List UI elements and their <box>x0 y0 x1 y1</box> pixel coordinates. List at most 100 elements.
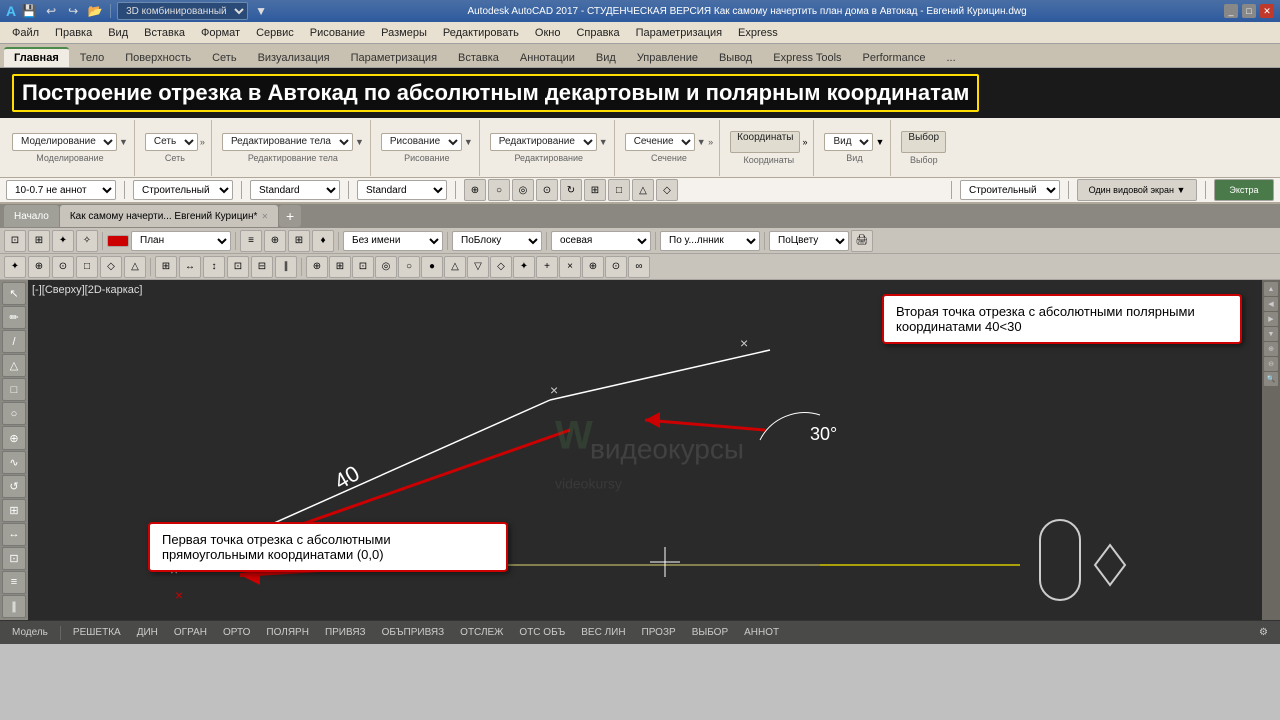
edit-dropdown[interactable]: Редактирование <box>490 133 597 151</box>
snap-btn2[interactable]: ⊕ <box>28 256 50 278</box>
icon-btn1[interactable]: ⊕ <box>464 179 486 201</box>
draw-tool4[interactable]: □ <box>2 378 26 401</box>
draw-dropdown[interactable]: Рисование <box>381 133 462 151</box>
standard-dropdown1[interactable]: Standard <box>250 180 340 200</box>
view-dropdown[interactable]: Вид <box>824 133 873 151</box>
tool6[interactable]: ● <box>421 256 443 278</box>
layer-icon5[interactable]: 🖨 <box>851 230 873 252</box>
linetype-dropdown[interactable]: Без имени <box>343 231 443 251</box>
tool5[interactable]: ○ <box>398 256 420 278</box>
tool11[interactable]: + <box>536 256 558 278</box>
snap-btn1[interactable]: ✦ <box>4 256 26 278</box>
snap-btn11[interactable]: ⊟ <box>251 256 273 278</box>
draw-tool9[interactable]: ⊞ <box>2 499 26 522</box>
quick-save[interactable]: 💾 <box>20 2 38 20</box>
tab-surface[interactable]: Поверхность <box>115 49 201 67</box>
tab-express-tools[interactable]: Express Tools <box>763 49 851 67</box>
tab-drawing[interactable]: Как самому начерти... Евгений Курицин* ✕ <box>60 205 278 227</box>
status-snap[interactable]: ОГРАН <box>170 627 211 638</box>
tool7[interactable]: △ <box>444 256 466 278</box>
layer-btn4[interactable]: ✧ <box>76 230 98 252</box>
tab-performance[interactable]: Performance <box>853 49 936 67</box>
icon-btn3[interactable]: ◎ <box>512 179 534 201</box>
tab-start[interactable]: Начало <box>4 205 59 227</box>
status-track[interactable]: ОТСЛЕЖ <box>456 627 507 638</box>
snap-btn7[interactable]: ⊞ <box>155 256 177 278</box>
layer-icon4[interactable]: ♦ <box>312 230 334 252</box>
status-ortho[interactable]: ОРТО <box>219 627 254 638</box>
tab-parametrize[interactable]: Параметризация <box>341 49 447 67</box>
draw-tool13[interactable]: ∥ <box>2 595 26 618</box>
layer-dropdown[interactable]: План <box>131 231 231 251</box>
tool14[interactable]: ⊙ <box>605 256 627 278</box>
tab-output[interactable]: Вывод <box>709 49 762 67</box>
draw-tool3[interactable]: △ <box>2 354 26 377</box>
color2-dropdown[interactable]: ПоЦвету <box>769 231 849 251</box>
extra-btn[interactable]: Экстра <box>1214 179 1274 201</box>
layer-icon2[interactable]: ⊕ <box>264 230 286 252</box>
status-model[interactable]: Модель <box>8 627 52 638</box>
draw-tool6[interactable]: ⊕ <box>2 426 26 449</box>
icon-btn7[interactable]: □ <box>608 179 630 201</box>
status-transp[interactable]: ПРОЗР <box>638 627 680 638</box>
view-combo[interactable]: 3D комбинированный <box>117 2 248 20</box>
tab-render[interactable]: Визуализация <box>248 49 340 67</box>
menu-window[interactable]: Окно <box>527 25 569 41</box>
quick-redo[interactable]: ↪ <box>64 2 82 20</box>
coords-expand[interactable]: » <box>802 137 807 147</box>
status-select[interactable]: ВЫБОР <box>688 627 732 638</box>
edit-solid-expand[interactable]: ▼ <box>355 137 364 147</box>
tab-view[interactable]: Вид <box>586 49 626 67</box>
icon-btn9[interactable]: ◇ <box>656 179 678 201</box>
draw-tool11[interactable]: ⊡ <box>2 547 26 570</box>
draw-tool5[interactable]: ○ <box>2 402 26 425</box>
menu-service[interactable]: Сервис <box>248 25 302 41</box>
snap-btn9[interactable]: ↕ <box>203 256 225 278</box>
status-dyn[interactable]: ДИН <box>133 627 162 638</box>
tool4[interactable]: ◎ <box>375 256 397 278</box>
menu-insert[interactable]: Вставка <box>136 25 193 41</box>
snap-btn10[interactable]: ⊡ <box>227 256 249 278</box>
canvas-area[interactable]: [-][Сверху][2D-каркас] W видеокурсы vide… <box>28 280 1262 620</box>
status-osnap[interactable]: ПРИВЯЗ <box>321 627 370 638</box>
section-dropdown[interactable]: Сечение <box>625 133 695 151</box>
mesh-expand[interactable]: » <box>200 137 205 147</box>
tool9[interactable]: ◇ <box>490 256 512 278</box>
annotation-scale-dropdown[interactable]: 10-0.7 не аннот <box>6 180 116 200</box>
icon-btn5[interactable]: ↻ <box>560 179 582 201</box>
rs-btn5[interactable]: ⊕ <box>1264 342 1278 356</box>
icon-btn6[interactable]: ⊞ <box>584 179 606 201</box>
edit-solid-dropdown[interactable]: Редактирование тела <box>222 133 353 151</box>
layer-icon1[interactable]: ≡ <box>240 230 262 252</box>
draw-tool12[interactable]: ≡ <box>2 571 26 594</box>
cursor-tool[interactable]: ↖ <box>2 282 26 305</box>
tab-home[interactable]: Главная <box>4 47 69 67</box>
status-polar[interactable]: ПОЛЯРН <box>262 627 313 638</box>
one-viewport-btn[interactable]: Один видовой экран ▼ <box>1077 179 1197 201</box>
snap-btn6[interactable]: △ <box>124 256 146 278</box>
tool10[interactable]: ✦ <box>513 256 535 278</box>
view-expand[interactable]: ▼ <box>875 137 884 147</box>
tool12[interactable]: × <box>559 256 581 278</box>
layer-props-btn[interactable]: ⊡ <box>4 230 26 252</box>
draw-tool1[interactable]: ✏ <box>2 306 26 329</box>
tool13[interactable]: ⊕ <box>582 256 604 278</box>
mesh-dropdown[interactable]: Сеть <box>145 133 198 151</box>
minimize-button[interactable]: _ <box>1224 4 1238 18</box>
draw-tool2[interactable]: / <box>2 330 26 353</box>
model-dropdown[interactable]: Моделирование <box>12 133 117 151</box>
tab-add-button[interactable]: + <box>279 205 301 227</box>
combo-arrow[interactable]: ▼ <box>252 2 270 20</box>
maximize-button[interactable]: □ <box>1242 4 1256 18</box>
coords-btn[interactable]: Координаты <box>730 131 800 153</box>
menu-edit[interactable]: Правка <box>47 25 100 41</box>
tool15[interactable]: ∞ <box>628 256 650 278</box>
status-grid[interactable]: РЕШЕТКА <box>69 627 125 638</box>
icon-btn2[interactable]: ○ <box>488 179 510 201</box>
tool3[interactable]: ⊡ <box>352 256 374 278</box>
tab-insert[interactable]: Вставка <box>448 49 509 67</box>
layer-btn3[interactable]: ✦ <box>52 230 74 252</box>
status-annot[interactable]: АННОТ <box>740 627 783 638</box>
menu-format[interactable]: Формат <box>193 25 248 41</box>
menu-modify[interactable]: Редактировать <box>435 25 527 41</box>
